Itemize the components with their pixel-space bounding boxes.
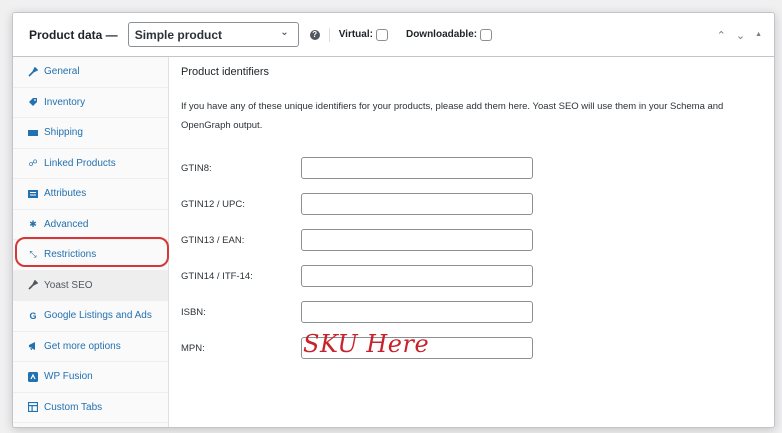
tab-inventory[interactable]: Inventory — [13, 88, 168, 118]
section-description: If you have any of these unique identifi… — [181, 101, 724, 131]
tab-linked-products[interactable]: ☍ Linked Products — [13, 149, 168, 179]
downloadable-label: Downloadable: — [405, 29, 478, 40]
gtin8-row: GTIN8: — [181, 156, 533, 180]
gtin13-label: GTIN13 / EAN: — [181, 234, 245, 246]
link-icon: ☍ — [28, 157, 38, 168]
product-data-header: Product data — Simple product ⌄ ? Virtua… — [13, 13, 774, 57]
isbn-row: ISBN: — [181, 300, 533, 324]
google-icon: G — [29, 310, 37, 321]
wp-fusion-icon — [28, 371, 38, 382]
gtin12-row: GTIN12 / UPC: — [181, 192, 533, 216]
wrench-icon — [28, 66, 38, 77]
product-data-panel: Product data — Simple product ⌄ ? Virtua… — [12, 12, 775, 428]
tab-advanced[interactable]: ✱ Advanced — [13, 210, 168, 240]
chevron-down-icon: ⌄ — [280, 27, 289, 38]
tab-get-more-options[interactable]: Get more options — [13, 332, 168, 362]
virtual-checkbox[interactable] — [375, 28, 388, 41]
tab-label: Get more options — [44, 340, 121, 352]
product-data-title: Product data — — [29, 27, 118, 42]
tab-general[interactable]: General — [13, 57, 168, 88]
megaphone-icon — [28, 341, 38, 351]
tab-label: Attributes — [44, 188, 87, 200]
tab-label: WP Fusion — [44, 371, 93, 383]
yoast-seo-tab-content: Product identifiers If you have any of t… — [170, 57, 774, 427]
downloadable-checkbox[interactable] — [480, 28, 493, 41]
gtin8-input[interactable] — [301, 157, 533, 179]
tab-label: Google Listings and Ads — [44, 310, 152, 322]
tab-label: Yoast SEO — [44, 279, 93, 291]
tab-label: Shipping — [44, 127, 83, 139]
collapse-toggle-icon[interactable]: ▲ — [755, 31, 762, 42]
product-type-select[interactable]: Simple product ⌄ — [127, 22, 299, 47]
gtin12-input[interactable] — [301, 193, 533, 215]
tab-custom-tabs[interactable]: Custom Tabs — [13, 393, 168, 423]
tab-yoast-seo[interactable]: Yoast SEO — [13, 270, 168, 301]
arrows-icon: ⤡ — [29, 249, 37, 260]
tabs-icon — [28, 402, 38, 413]
gtin8-label: GTIN8: — [181, 162, 212, 174]
gtin14-row: GTIN14 / ITF-14: — [181, 264, 533, 288]
tag-icon — [28, 97, 38, 107]
mpn-row: MPN: SKU Here — [181, 330, 533, 360]
gtin13-input[interactable] — [301, 229, 533, 251]
help-icon[interactable]: ? — [309, 29, 320, 40]
tab-label: Linked Products — [44, 157, 116, 169]
list-icon — [28, 189, 38, 199]
tab-label: Advanced — [44, 218, 89, 230]
tab-attributes[interactable]: Attributes — [13, 179, 168, 210]
product-data-tabs: General Inventory Shipping ☍ Linked Prod… — [13, 57, 169, 427]
tab-label: Restrictions — [44, 249, 97, 261]
truck-icon — [28, 128, 38, 138]
tab-restrictions[interactable]: ⤡ Restrictions — [13, 240, 168, 271]
isbn-label: ISBN: — [181, 306, 206, 318]
virtual-option[interactable]: Virtual: — [338, 28, 388, 41]
isbn-input[interactable] — [301, 301, 533, 323]
header-divider — [328, 27, 330, 42]
tab-label: Inventory — [44, 96, 86, 108]
gtin13-row: GTIN13 / EAN: — [181, 228, 533, 252]
tab-label: General — [44, 66, 80, 78]
wrench-icon — [28, 280, 38, 290]
gtin12-label: GTIN12 / UPC: — [181, 198, 245, 210]
gear-icon: ✱ — [29, 218, 37, 229]
virtual-label: Virtual: — [338, 29, 373, 40]
tab-shipping[interactable]: Shipping — [13, 118, 168, 149]
gtin14-input[interactable] — [301, 265, 533, 287]
tab-label: Custom Tabs — [44, 401, 103, 413]
section-heading: Product identifiers — [181, 66, 270, 78]
downloadable-option[interactable]: Downloadable: — [405, 28, 493, 41]
sku-here-annotation: SKU Here — [303, 330, 430, 358]
product-type-value: Simple product — [134, 27, 223, 42]
gtin14-label: GTIN14 / ITF-14: — [181, 270, 253, 282]
tab-google-listings-and-ads[interactable]: G Google Listings and Ads — [13, 301, 168, 332]
mpn-label: MPN: — [181, 342, 205, 354]
panel-controls: ⌃ ⌄ ▲ — [717, 29, 762, 42]
chevron-up-icon[interactable]: ⌃ — [717, 29, 726, 42]
tab-wp-fusion[interactable]: WP Fusion — [13, 362, 168, 393]
chevron-down-icon[interactable]: ⌄ — [736, 29, 745, 42]
